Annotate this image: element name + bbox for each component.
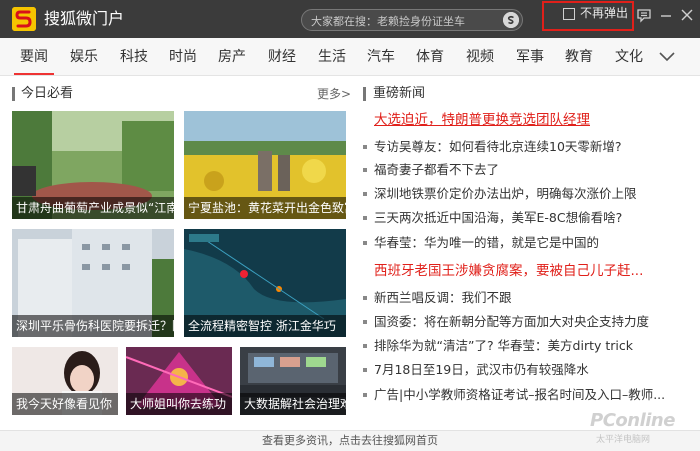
nav-tab-culture[interactable]: 文化 — [615, 47, 643, 67]
news-item-text[interactable]: 新西兰唱反调：我们不跟 — [374, 290, 512, 305]
search-input[interactable]: 大家都在搜：老赖捡身份证坐车 — [311, 13, 465, 29]
news-item-text[interactable]: 三天两次抵近中国沿海，美军E-8C想偷看啥? — [374, 210, 622, 225]
minimize-icon[interactable] — [658, 7, 674, 23]
nav-tab-realestate[interactable]: 房产 — [218, 47, 246, 67]
bullet-icon — [363, 367, 367, 372]
headline-link[interactable]: 西班牙老国王涉嫌贪腐案，要被自己儿子赶... — [363, 262, 678, 280]
search-icon[interactable] — [503, 12, 519, 28]
headline-text[interactable]: 西班牙老国王涉嫌贪腐案，要被自己儿子赶... — [363, 263, 643, 279]
news-tile-4[interactable]: 全流程精密智控 浙江金华巧 — [184, 229, 346, 337]
news-item-text[interactable]: 7月18日至19日，武汉市仍有较强降水 — [374, 362, 589, 377]
news-item-text[interactable]: 广告|中小学教师资格证考试–报名时间及入口–教师... — [374, 387, 665, 402]
news-item[interactable]: 三天两次抵近中国沿海，美军E-8C想偷看啥? — [363, 209, 678, 227]
news-item[interactable]: 福奇妻子都看不下去了 — [363, 161, 678, 179]
section-marker — [363, 87, 366, 101]
chevron-down-icon[interactable] — [658, 49, 676, 63]
tile-caption: 大数据解社会治理难 — [240, 393, 346, 415]
section-marker — [12, 87, 15, 101]
news-tile-5[interactable]: 我今天好像看见你 — [12, 347, 118, 415]
nav-tab-education[interactable]: 教育 — [565, 47, 593, 67]
category-nav: 要闻 娱乐 科技 时尚 房产 财经 生活 汽车 体育 视频 军事 教育 文化 — [0, 38, 700, 76]
no-popup-label[interactable]: 不再弹出 — [580, 5, 628, 21]
active-tab-indicator — [14, 73, 54, 75]
watermark-sub: 太平洋电脑网 — [596, 435, 651, 445]
news-item[interactable]: 专访吴尊友：如何看待北京连续10天零新增? — [363, 138, 678, 156]
news-item-text[interactable]: 华春莹：华为唯一的错，就是它是中国的 — [374, 235, 599, 250]
news-item[interactable]: 新西兰唱反调：我们不跟 — [363, 289, 678, 307]
bullet-icon — [363, 343, 367, 348]
nav-tab-military[interactable]: 军事 — [516, 47, 544, 67]
tile-caption: 甘肃舟曲葡萄产业成景似“江南 — [12, 197, 174, 219]
bullet-icon — [363, 295, 367, 300]
title-bar: 搜狐微门户 大家都在搜：老赖捡身份证坐车 不再弹出 — [0, 0, 700, 38]
bullet-icon — [363, 167, 367, 172]
news-item-text[interactable]: 深圳地铁票价定价办法出炉，明确每次涨价上限 — [374, 186, 637, 201]
news-tile-3[interactable]: 深圳平乐骨伤科医院要拆迁？院 — [12, 229, 174, 337]
nav-tab-sports[interactable]: 体育 — [416, 47, 444, 67]
news-item-text[interactable]: 专访吴尊友：如何看待北京连续10天零新增? — [374, 139, 622, 154]
section-title-top-news: 重磅新闻 — [373, 86, 426, 101]
nav-tab-auto[interactable]: 汽车 — [367, 47, 395, 67]
bullet-icon — [363, 392, 367, 397]
news-item[interactable]: 广告|中小学教师资格证考试–报名时间及入口–教师... — [363, 386, 678, 404]
tile-caption: 我今天好像看见你 — [12, 393, 118, 415]
news-item[interactable]: 国资委：将在新朝分配等方面加大对央企支持力度 — [363, 313, 678, 331]
tile-caption: 深圳平乐骨伤科医院要拆迁？院 — [12, 315, 174, 337]
no-popup-checkbox[interactable] — [563, 8, 575, 20]
app-title: 搜狐微门户 — [44, 9, 125, 28]
nav-tab-video[interactable]: 视频 — [466, 47, 494, 67]
nav-tab-finance[interactable]: 财经 — [268, 47, 296, 67]
tile-caption: 全流程精密智控 浙江金华巧 — [184, 315, 346, 337]
more-link[interactable]: 更多> — [317, 86, 351, 102]
news-tile-1[interactable]: 甘肃舟曲葡萄产业成景似“江南 — [12, 111, 174, 219]
nav-tab-tech[interactable]: 科技 — [120, 47, 148, 67]
bullet-icon — [363, 319, 367, 324]
news-item[interactable]: 深圳地铁票价定价办法出炉，明确每次涨价上限 — [363, 185, 678, 203]
news-item[interactable]: 排除华为就“清洁”了? 华春莹：美方dirty trick — [363, 337, 678, 355]
watermark-brand: PConline — [590, 410, 675, 431]
search-box[interactable]: 大家都在搜：老赖捡身份证坐车 — [301, 9, 523, 31]
news-item-text[interactable]: 国资委：将在新朝分配等方面加大对央企支持力度 — [374, 314, 649, 329]
message-icon[interactable] — [636, 7, 652, 23]
bullet-icon — [363, 240, 367, 245]
news-tile-6[interactable]: 大师姐叫你去练功 — [126, 347, 232, 415]
nav-tab-news[interactable]: 要闻 — [20, 47, 48, 67]
nav-tab-life[interactable]: 生活 — [318, 47, 346, 67]
tile-caption: 宁夏盐池：黄花菜开出金色致富 — [184, 197, 346, 219]
sohu-logo-icon — [12, 7, 36, 31]
footer-link[interactable]: 查看更多资讯，点击去往搜狐网首页 — [0, 430, 700, 451]
news-item[interactable]: 华春莹：华为唯一的错，就是它是中国的 — [363, 234, 678, 252]
headline-link[interactable]: 大选迫近，特朗普更换竞选团队经理 — [363, 111, 678, 129]
nav-tab-entertainment[interactable]: 娱乐 — [70, 47, 98, 67]
section-title-today: 今日必看 — [21, 86, 74, 101]
news-item-text[interactable]: 排除华为就“清洁”了? 华春莹：美方dirty trick — [374, 338, 633, 353]
bullet-icon — [363, 215, 367, 220]
bullet-icon — [363, 144, 367, 149]
news-item-text[interactable]: 福奇妻子都看不下去了 — [374, 162, 499, 177]
close-icon[interactable] — [679, 7, 695, 23]
tile-caption: 大师姐叫你去练功 — [126, 393, 232, 415]
news-item[interactable]: 7月18日至19日，武汉市仍有较强降水 — [363, 361, 678, 379]
bullet-icon — [363, 191, 367, 196]
nav-tab-fashion[interactable]: 时尚 — [169, 47, 197, 67]
news-tile-7[interactable]: 大数据解社会治理难 — [240, 347, 346, 415]
news-tile-2[interactable]: 宁夏盐池：黄花菜开出金色致富 — [184, 111, 346, 219]
headline-text[interactable]: 大选迫近，特朗普更换竞选团队经理 — [363, 112, 590, 128]
